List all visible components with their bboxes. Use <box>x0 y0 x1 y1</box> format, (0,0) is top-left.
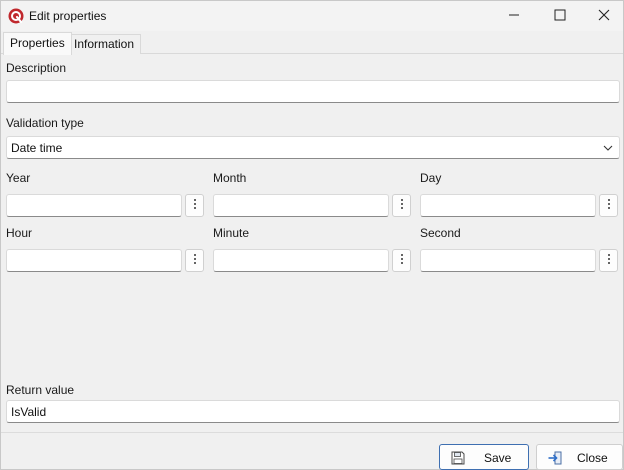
maximize-icon <box>554 9 566 24</box>
minute-field[interactable] <box>213 249 389 272</box>
minimize-icon <box>508 9 520 24</box>
window-title: Edit properties <box>29 9 107 23</box>
close-button-label: Close <box>577 451 608 465</box>
day-field[interactable] <box>420 194 596 217</box>
hour-field[interactable] <box>6 249 182 272</box>
hour-label: Hour <box>6 226 33 240</box>
return-value-label: Return value <box>6 383 75 397</box>
year-label: Year <box>6 171 31 185</box>
description-field[interactable] <box>6 80 620 103</box>
more-vertical-icon <box>193 198 197 213</box>
app-logo-icon <box>8 8 24 24</box>
minimize-button[interactable] <box>491 1 537 31</box>
edit-properties-window: Edit properties Properties Information D… <box>0 0 624 470</box>
second-field[interactable] <box>420 249 596 272</box>
day-label: Day <box>420 171 442 185</box>
month-picker-button[interactable] <box>392 194 411 217</box>
year-picker-button[interactable] <box>185 194 204 217</box>
more-vertical-icon <box>400 198 404 213</box>
minute-picker-button[interactable] <box>392 249 411 272</box>
day-picker-button[interactable] <box>599 194 618 217</box>
return-value-field[interactable] <box>6 400 620 423</box>
chevron-down-icon <box>602 142 614 154</box>
more-vertical-icon <box>607 253 611 268</box>
title-bar: Edit properties <box>1 1 623 31</box>
more-vertical-icon <box>193 253 197 268</box>
validation-type-select[interactable]: Date time <box>6 136 620 159</box>
window-close-button[interactable] <box>581 1 624 31</box>
validation-type-value: Date time <box>11 141 63 155</box>
close-icon <box>598 9 610 24</box>
footer-divider <box>1 432 623 433</box>
tab-properties[interactable]: Properties <box>3 32 72 55</box>
more-vertical-icon <box>607 198 611 213</box>
second-picker-button[interactable] <box>599 249 618 272</box>
close-button[interactable]: Close <box>536 444 623 470</box>
maximize-button[interactable] <box>537 1 583 31</box>
more-vertical-icon <box>400 253 404 268</box>
hour-picker-button[interactable] <box>185 249 204 272</box>
minute-label: Minute <box>213 226 250 240</box>
description-label: Description <box>6 61 67 75</box>
second-label: Second <box>420 226 461 240</box>
month-field[interactable] <box>213 194 389 217</box>
month-label: Month <box>213 171 247 185</box>
exit-icon <box>547 450 563 466</box>
validation-type-label: Validation type <box>6 116 84 130</box>
tab-information[interactable]: Information <box>67 34 142 54</box>
year-field[interactable] <box>6 194 182 217</box>
save-icon <box>450 450 466 466</box>
tab-strip: Properties Information <box>1 32 623 55</box>
save-button-label: Save <box>484 451 512 465</box>
save-button[interactable]: Save <box>439 444 529 470</box>
